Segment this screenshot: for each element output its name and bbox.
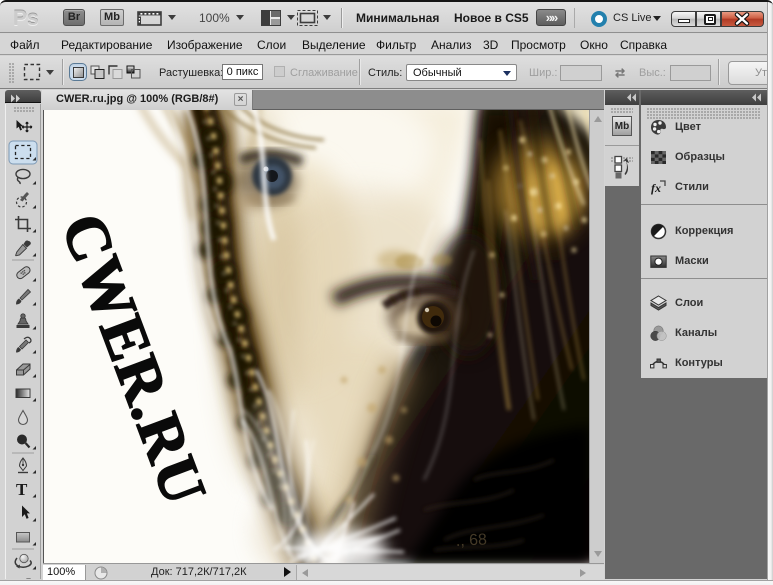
svg-text:T: T xyxy=(16,480,28,499)
svg-text:fx: fx xyxy=(651,181,661,195)
svg-text:., 68: ., 68 xyxy=(455,531,487,550)
